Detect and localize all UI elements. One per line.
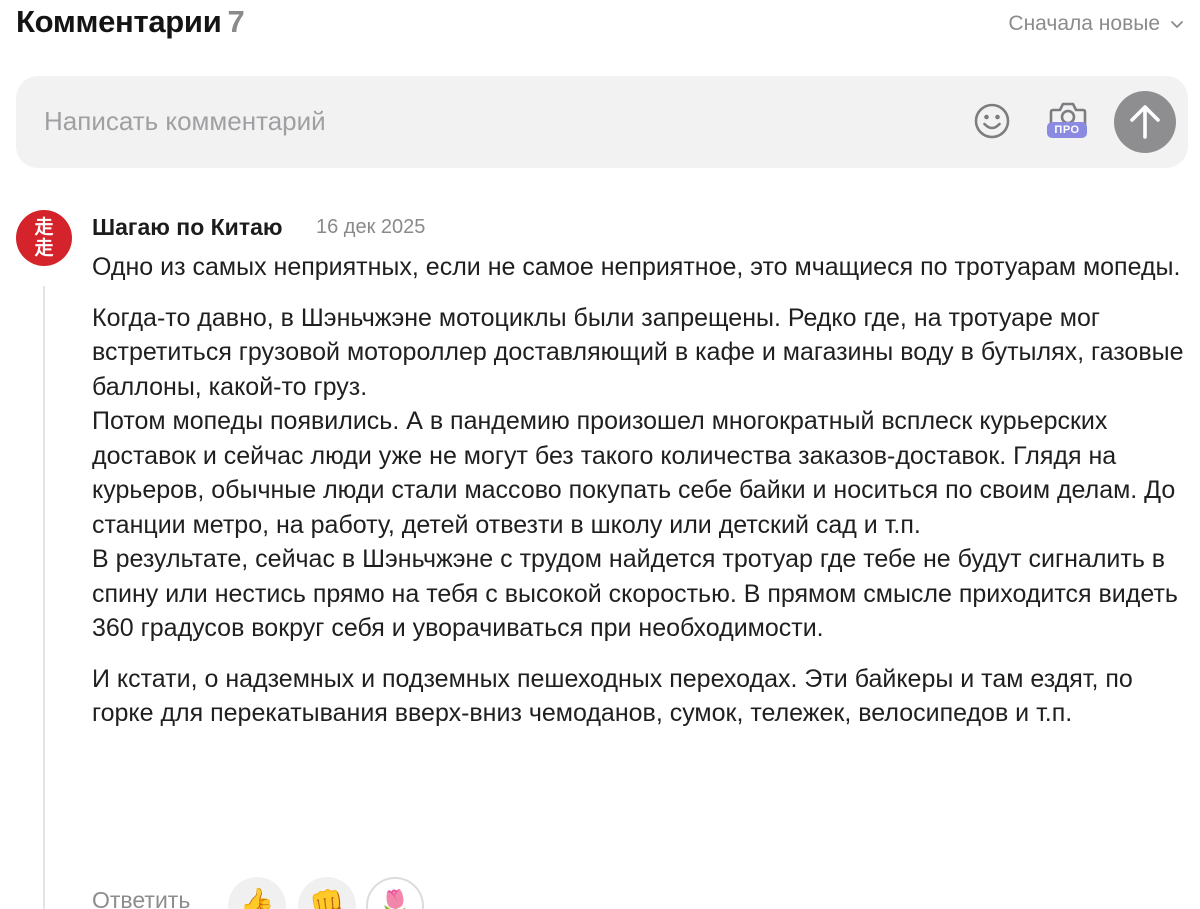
pro-badge: ПРО — [1047, 122, 1087, 138]
fist-bump-icon[interactable]: 👊 — [298, 877, 356, 909]
reply-button[interactable]: Ответить — [92, 887, 190, 909]
chevron-down-icon — [1171, 21, 1183, 28]
comments-header: Комментарии 7 Сначала новые — [16, 0, 1184, 50]
comment-date: 16 дек 2025 — [316, 216, 426, 238]
reaction-glyph: 👊 — [309, 886, 345, 909]
comments-title: Комментарии 7 — [16, 4, 245, 40]
comments-page: Комментарии 7 Сначала новые Написать комм… — [0, 0, 1200, 909]
avatar-glyph-top: 走 — [34, 216, 54, 238]
avatar-glyph-bottom: 走 — [34, 237, 54, 259]
comment-paragraph: Одно из самых неприятных, если не самое … — [92, 253, 1181, 281]
thumbs-up-icon[interactable]: 👍 — [228, 877, 286, 909]
thread-line — [43, 286, 45, 909]
comment-author[interactable]: Шагаю по Китаю — [92, 214, 283, 241]
comments-title-label: Комментарии — [16, 4, 222, 39]
arrow-up-icon — [1130, 105, 1160, 139]
comment-actions: Ответить 👍 👊 🌷 — [92, 877, 692, 909]
comment-paragraph: И кстати, о надземных и подземных пешехо… — [92, 664, 1133, 728]
sort-label: Сначала новые — [1008, 12, 1160, 35]
avatar[interactable]: 走 走 — [16, 210, 72, 266]
comment-input[interactable]: Написать комментарий — [44, 104, 924, 138]
comment-body: Одно из самых неприятных, если не самое … — [92, 250, 1192, 747]
comment-compose-box: Написать комментарий ПРО — [16, 76, 1188, 168]
reaction-glyph: 👍 — [239, 886, 275, 909]
emoji-icon[interactable] — [973, 102, 1011, 140]
comments-count: 7 — [227, 4, 245, 39]
send-button[interactable] — [1114, 91, 1176, 153]
comment-paragraph: Когда-то давно, в Шэньчжэне мотоциклы бы… — [92, 303, 1184, 643]
tulips-icon[interactable]: 🌷 — [366, 877, 424, 909]
comment-item: 走 走 Шагаю по Китаю 16 дек 2025 Одно из с… — [0, 200, 1200, 909]
sort-dropdown[interactable]: Сначала новые — [1008, 12, 1184, 36]
reaction-glyph: 🌷 — [377, 888, 413, 909]
